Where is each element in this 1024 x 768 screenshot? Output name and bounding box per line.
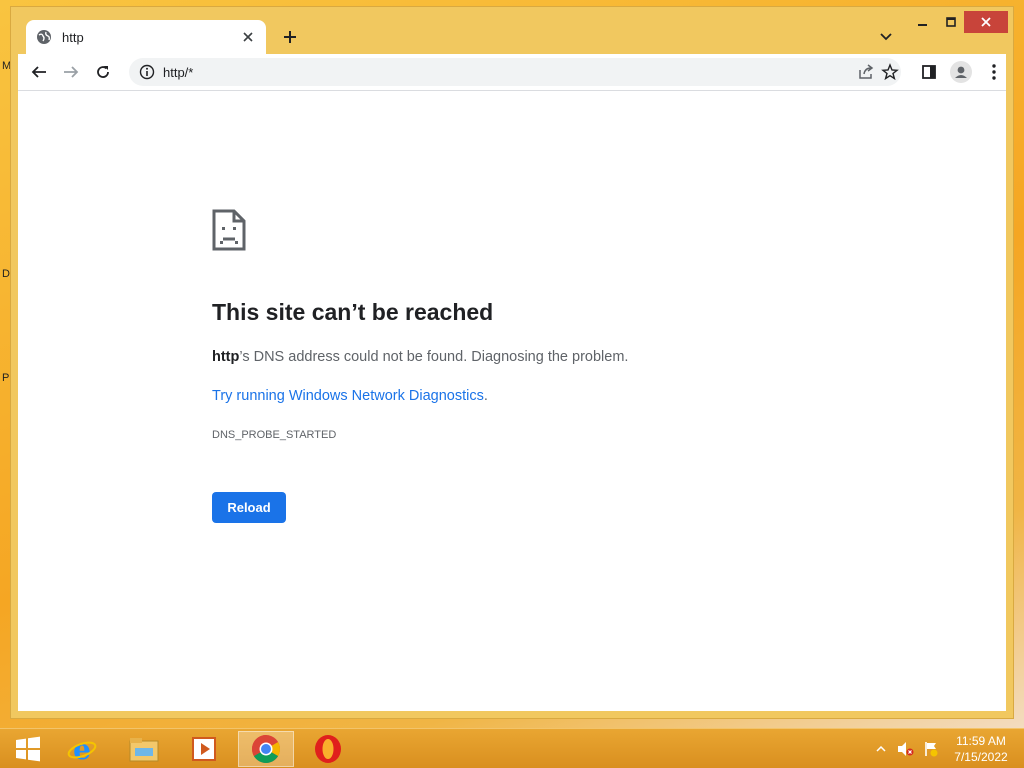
tab-search-chevron-icon[interactable]: [876, 27, 896, 47]
url-text[interactable]: http/*: [163, 65, 193, 80]
network-diagnostics-link-row: Try running Windows Network Diagnostics.: [212, 388, 488, 404]
desktop-icon-label[interactable]: P: [2, 372, 9, 384]
bookmark-star-icon[interactable]: [881, 63, 899, 81]
action-center-flag-icon[interactable]: [921, 739, 941, 759]
show-hidden-icons-chevron-icon[interactable]: [874, 739, 888, 759]
sad-document-icon: [212, 209, 246, 251]
browser-toolbar: http/*: [18, 54, 1006, 90]
maximize-button[interactable]: [939, 11, 963, 33]
error-page: This site can’t be reached http’s DNS ad…: [18, 91, 1006, 711]
minimize-button[interactable]: [911, 11, 935, 33]
back-button[interactable]: [26, 60, 52, 84]
link-suffix: .: [483, 388, 488, 404]
clock-time: 11:59 AM: [956, 734, 1006, 748]
error-description-text: ’s DNS address could not be found. Diagn…: [239, 349, 629, 365]
taskbar: e 11:59 AM 7/15/2022: [0, 728, 1024, 768]
opera-icon[interactable]: [300, 731, 356, 767]
new-tab-button[interactable]: [279, 26, 301, 48]
network-diagnostics-link[interactable]: Try running Windows Network Diagnostics: [212, 388, 484, 404]
globe-icon: [36, 29, 52, 45]
error-description: http’s DNS address could not be found. D…: [212, 349, 628, 365]
volume-muted-icon[interactable]: [896, 739, 916, 759]
side-panel-icon[interactable]: [916, 60, 942, 84]
internet-explorer-icon[interactable]: e: [54, 731, 110, 767]
error-title: This site can’t be reached: [212, 299, 494, 325]
browser-tab[interactable]: http: [26, 20, 266, 54]
info-icon[interactable]: [139, 64, 155, 80]
clock-date: 7/15/2022: [954, 750, 1008, 764]
desktop-icon-label[interactable]: D: [2, 268, 10, 280]
tab-title: http: [62, 29, 84, 45]
file-explorer-icon[interactable]: [116, 731, 172, 767]
profile-avatar-icon[interactable]: [948, 60, 974, 84]
close-tab-icon[interactable]: [240, 29, 256, 45]
chrome-icon[interactable]: [238, 731, 294, 767]
system-clock[interactable]: 11:59 AM 7/15/2022: [946, 733, 1016, 765]
start-icon[interactable]: [0, 731, 56, 767]
share-icon[interactable]: [857, 63, 875, 81]
svg-text:e: e: [73, 734, 91, 764]
error-code: DNS_PROBE_STARTED: [212, 429, 337, 441]
reload-icon[interactable]: [90, 60, 116, 84]
address-bar[interactable]: http/*: [129, 58, 901, 86]
menu-kebab-icon[interactable]: [981, 60, 1007, 84]
media-player-icon[interactable]: [176, 731, 232, 767]
reload-button[interactable]: Reload: [212, 492, 286, 523]
forward-button[interactable]: [58, 60, 84, 84]
close-window-button[interactable]: [964, 11, 1008, 33]
error-host: http: [212, 349, 240, 365]
tab-strip: http: [11, 7, 1013, 54]
browser-window: http http/* This site can’t be reached h…: [10, 6, 1014, 719]
